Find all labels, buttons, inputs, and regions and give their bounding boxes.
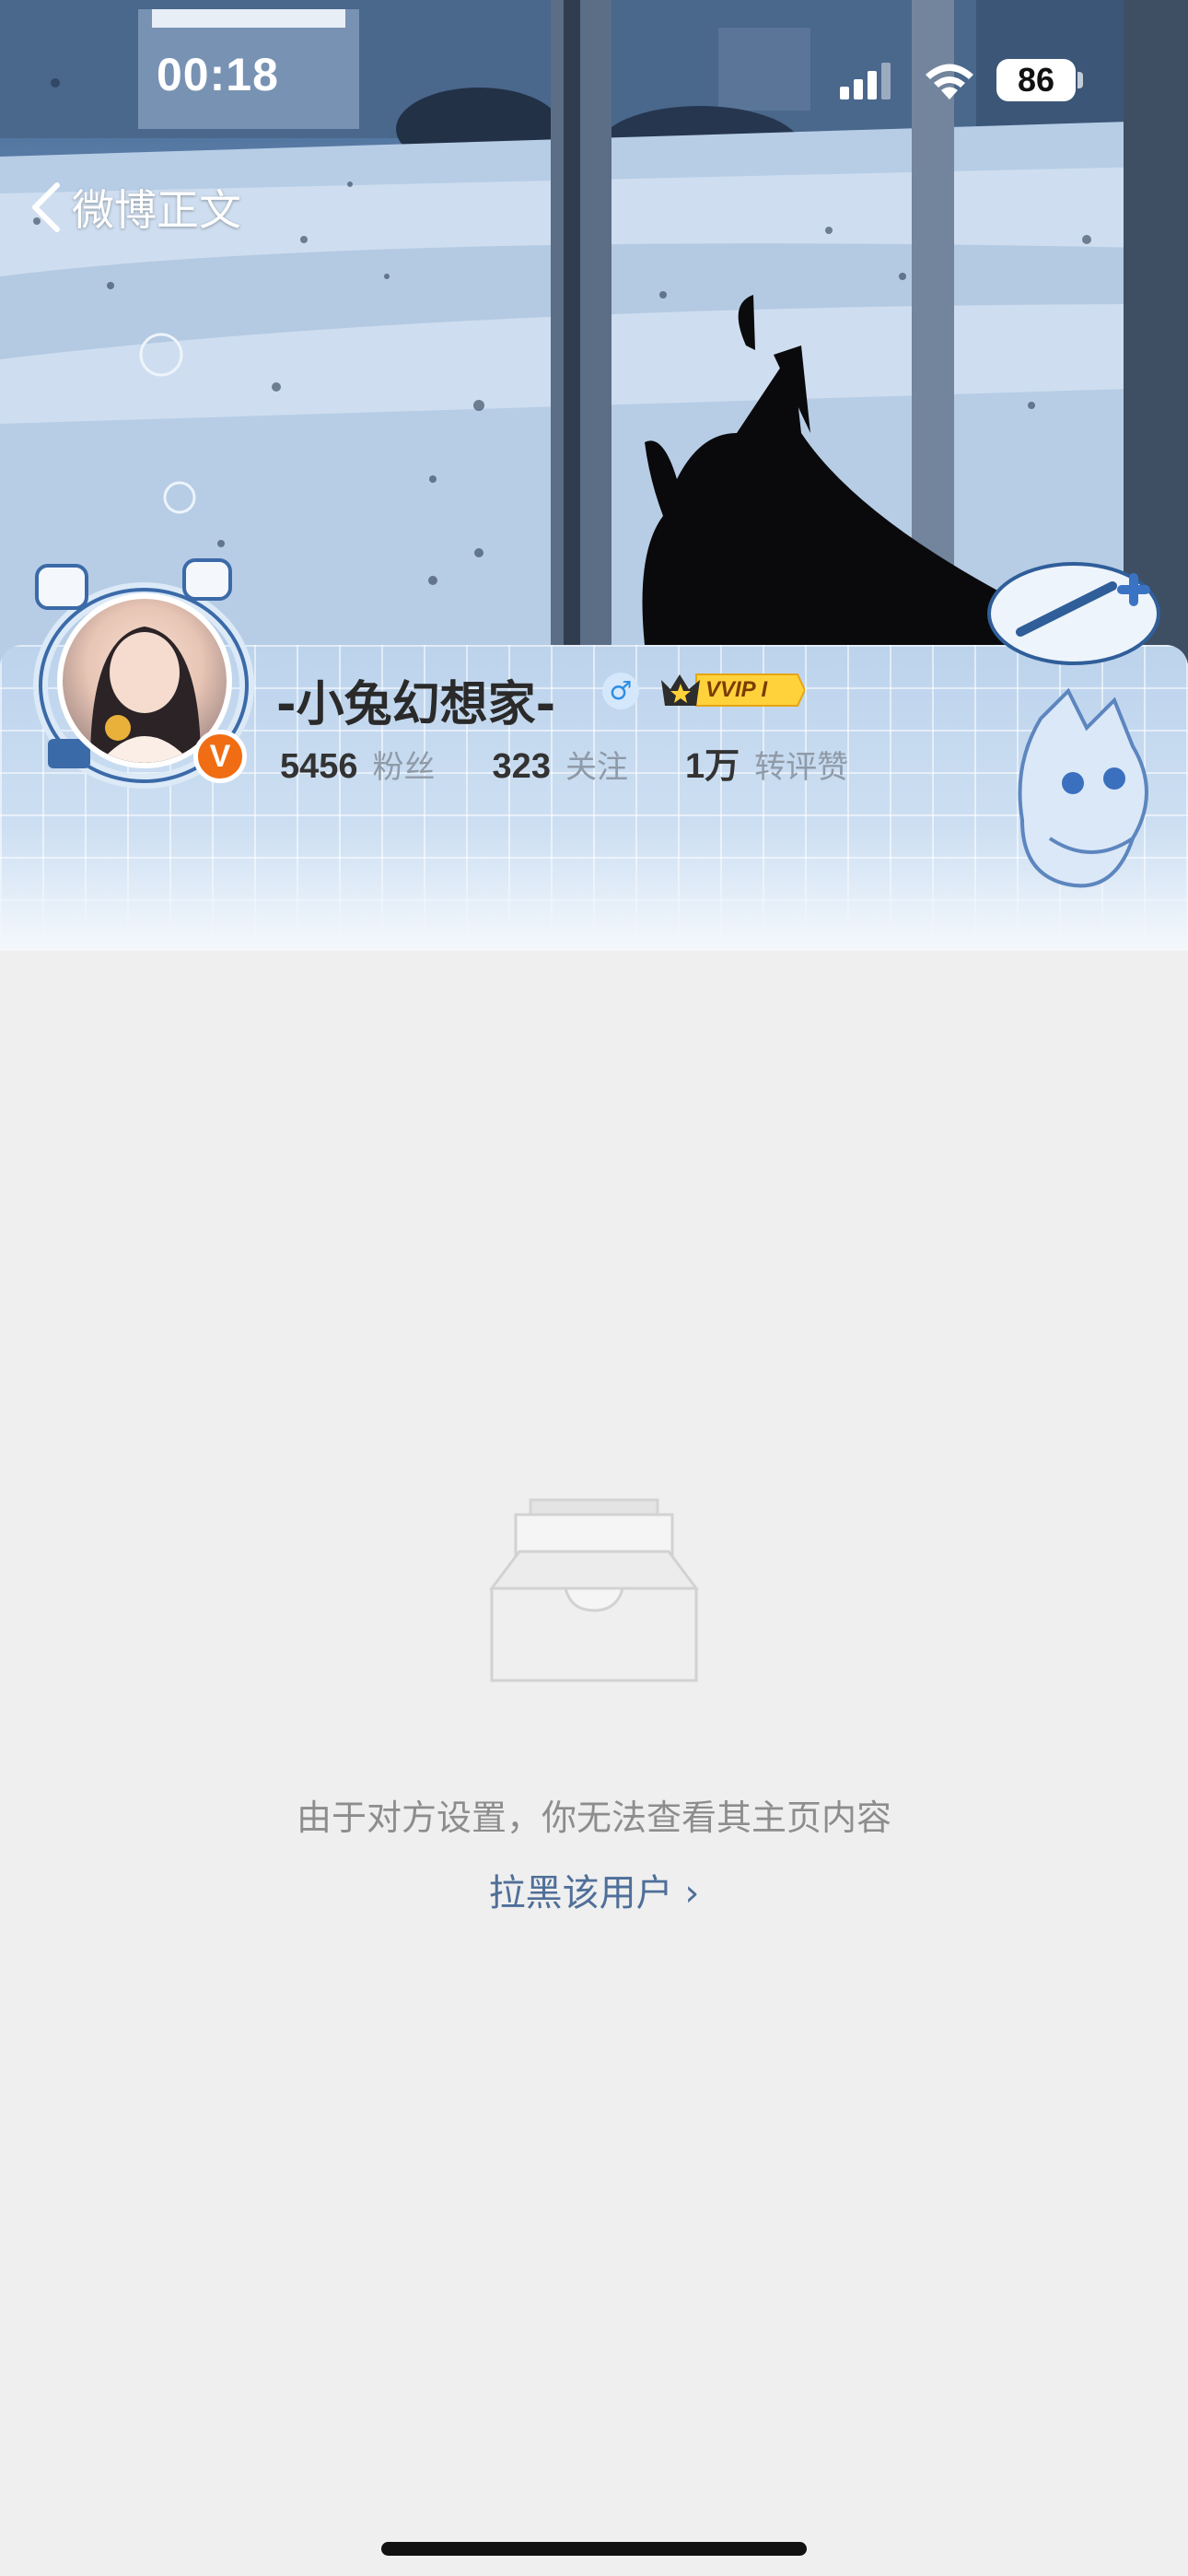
syringe-sticker-icon bbox=[987, 562, 1160, 665]
battery-level: 86 bbox=[996, 59, 1076, 101]
stat-label: 转评赞 bbox=[754, 749, 849, 786]
stat-value: 323 bbox=[492, 747, 551, 786]
chevron-left-icon bbox=[32, 182, 60, 232]
stat-followers[interactable]: 5456 粉丝 bbox=[280, 742, 436, 787]
empty-state-message: 由于对方设置，你无法查看其主页内容 bbox=[296, 1797, 891, 1838]
wifi-icon bbox=[926, 64, 973, 100]
back-button[interactable]: 微博正文 bbox=[28, 175, 241, 240]
character-sticker-icon bbox=[1018, 687, 1148, 888]
back-label: 微博正文 bbox=[72, 185, 241, 235]
vvip-label: VVIP I bbox=[705, 677, 768, 702]
status-time: 00:18 bbox=[157, 49, 279, 100]
stat-value: 5456 bbox=[280, 747, 358, 786]
cellular-signal-icon bbox=[840, 63, 891, 100]
avatar-frame[interactable]: V bbox=[29, 549, 258, 790]
battery-tip bbox=[1077, 72, 1083, 88]
gender-male-icon: ♂ bbox=[602, 673, 639, 709]
block-user-link[interactable]: 拉黑该用户 › bbox=[0, 1863, 1188, 1916]
stat-label: 关注 bbox=[565, 749, 628, 786]
stat-interactions[interactable]: 1万 转评赞 bbox=[685, 737, 848, 788]
verified-badge: V bbox=[193, 730, 247, 783]
home-indicator[interactable] bbox=[381, 2542, 807, 2556]
stat-label: 粉丝 bbox=[372, 749, 436, 786]
status-bar: 00:18 86 bbox=[0, 0, 1188, 147]
profile-stats: 5456 粉丝 323 关注 1万 转评赞 bbox=[280, 737, 905, 786]
vvip-badge[interactable]: VVIP I bbox=[659, 671, 805, 709]
stat-following[interactable]: 323 关注 bbox=[493, 742, 628, 787]
empty-box-icon bbox=[489, 1498, 699, 1682]
stat-value: 1万 bbox=[684, 747, 740, 786]
username: -小兔幻想家- bbox=[276, 677, 556, 732]
